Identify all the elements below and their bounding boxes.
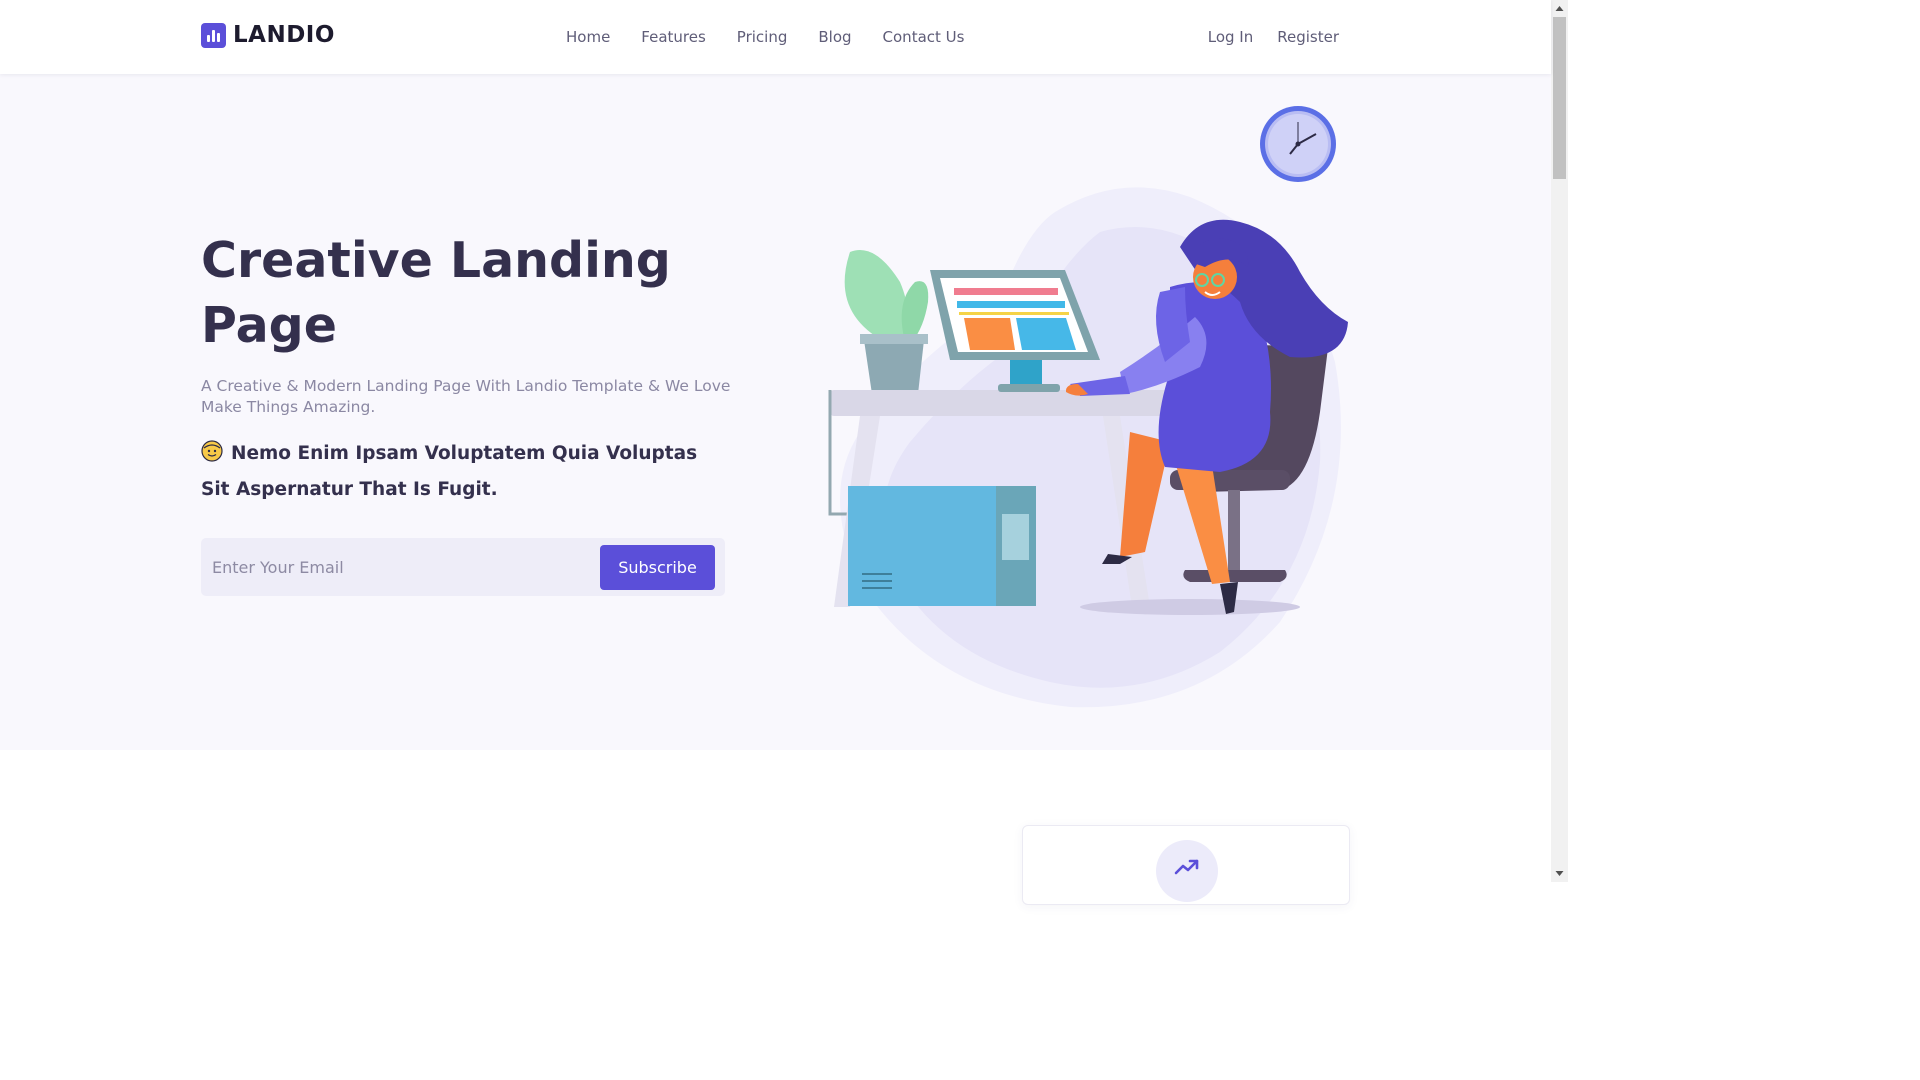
features-section [0,750,1551,905]
brand-logo[interactable]: LANDIO [201,22,335,48]
hero-tagline: Nemo Enim Ipsam Voluptatem Quia Voluptas… [201,436,721,508]
wall-clock-icon [1260,106,1336,182]
scroll-down-arrow-icon[interactable] [1551,865,1568,882]
brand-name: LANDIO [233,22,335,48]
subscribe-form: Subscribe [201,538,725,596]
main-nav: Home Features Pricing Blog Contact Us [566,28,995,46]
subscribe-button[interactable]: Subscribe [600,545,715,590]
login-link[interactable]: Log In [1208,28,1254,46]
hero-tagline-text: Nemo Enim Ipsam Voluptatem Quia Voluptas… [201,443,698,500]
nav-home[interactable]: Home [566,28,610,46]
smiling-face-emoji-icon [201,439,223,462]
hero-section: Creative Landing Page A Creative & Moder… [0,74,1551,750]
email-input[interactable] [201,538,591,596]
nav-pricing[interactable]: Pricing [737,28,788,46]
trending-up-icon [1156,840,1218,902]
scroll-up-arrow-icon[interactable] [1551,0,1568,17]
site-header: LANDIO Home Features Pricing Blog Contac… [0,0,1551,74]
woman-working-at-desk-illustration [828,106,1348,708]
nav-blog[interactable]: Blog [818,28,851,46]
nav-contact[interactable]: Contact Us [883,28,965,46]
hero-title: Creative Landing Page [201,232,671,354]
hero-subtitle: A Creative & Modern Landing Page With La… [201,377,731,416]
bar-chart-logo-icon [201,22,226,48]
page-scrollbar[interactable] [1551,0,1568,882]
auth-links: Log In Register [1184,28,1339,46]
scroll-thumb[interactable] [1553,17,1566,179]
feature-card [1022,825,1350,905]
register-link[interactable]: Register [1277,28,1339,46]
nav-features[interactable]: Features [641,28,706,46]
